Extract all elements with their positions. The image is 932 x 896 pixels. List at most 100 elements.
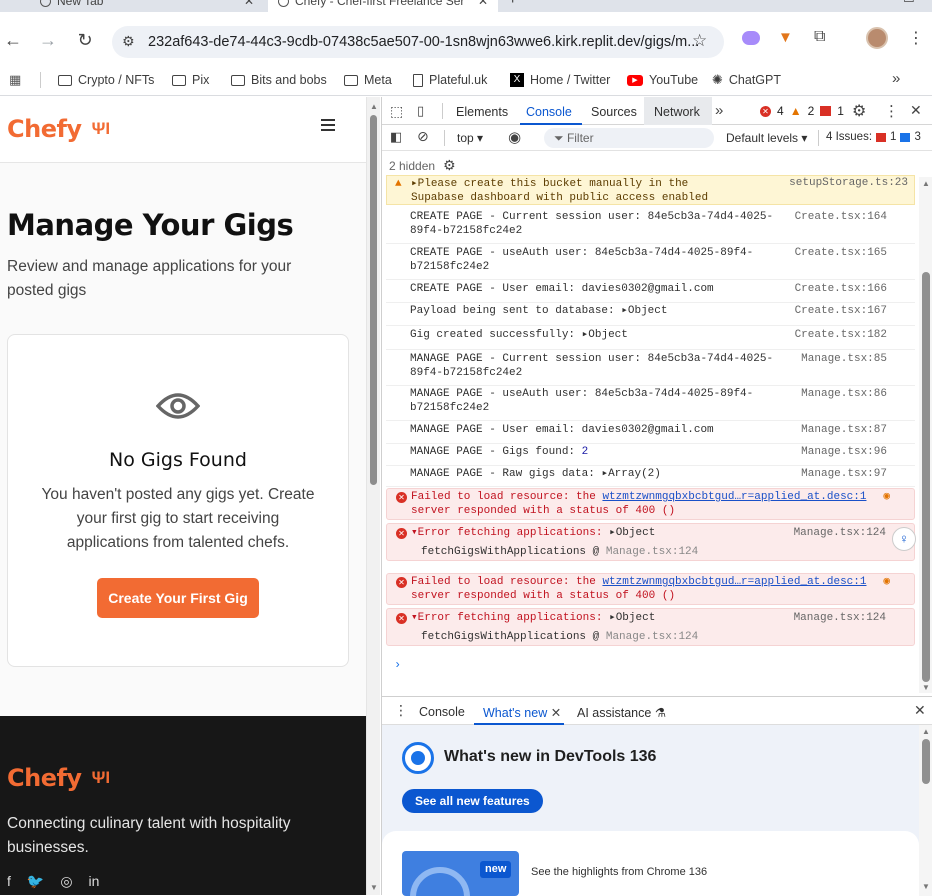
tab-new-tab[interactable]: New Tab ✕ — [30, 0, 268, 12]
log-source[interactable]: Create.tsx:167 — [795, 304, 887, 318]
scroll-down-icon[interactable]: ▼ — [922, 882, 930, 891]
facebook-icon[interactable]: f — [7, 873, 11, 890]
more-tabs-icon[interactable]: » — [715, 102, 723, 119]
see-all-features-button[interactable]: See all new features — [402, 789, 543, 813]
scroll-down-icon[interactable]: ▼ — [922, 683, 930, 692]
network-request-icon[interactable]: ◉ — [883, 490, 890, 504]
log-source[interactable]: Manage.tsx:86 — [801, 387, 887, 401]
log-source[interactable]: Create.tsx:164 — [795, 210, 887, 224]
drawer-menu-icon[interactable]: ⋮ — [394, 702, 408, 719]
logo[interactable]: Chefy ΨΙ — [7, 115, 110, 143]
scroll-thumb[interactable] — [922, 272, 930, 682]
page-scrollbar[interactable]: ▲ ▼ — [366, 97, 380, 895]
close-drawer-icon[interactable]: ✕ — [914, 702, 926, 719]
bookmark-twitter[interactable]: X Home / Twitter — [510, 69, 610, 91]
extensions-puzzle-icon[interactable]: ⧉ — [814, 28, 825, 46]
log-source[interactable]: Manage.tsx:87 — [801, 423, 887, 437]
log-source[interactable]: Manage.tsx:124 — [794, 611, 886, 625]
scroll-down-icon[interactable]: ▼ — [370, 883, 378, 892]
log-source[interactable]: Create.tsx:166 — [795, 282, 887, 296]
address-bar[interactable]: ⚙ 232af643-de74-44c3-9cdb-07438c5ae507-0… — [112, 26, 724, 58]
drawer-tab-whats-new[interactable]: What's new ✕ — [483, 705, 561, 720]
reload-icon[interactable]: ↻ — [74, 29, 96, 51]
resource-link[interactable]: wtzmtzwnmgqbxbcbtgud…r=applied_at.desc:1 — [602, 576, 866, 588]
bookmark-plateful[interactable]: Plateful.uk — [413, 69, 487, 91]
linkedin-icon[interactable]: in — [89, 873, 100, 890]
settings-gear-icon[interactable]: ⚙ — [443, 157, 456, 174]
more-bookmarks-icon[interactable]: » — [892, 70, 900, 87]
issues-button[interactable]: 4 Issues: 1 3 — [826, 131, 921, 143]
log-levels-select[interactable]: Default levels ▾ — [726, 131, 807, 145]
hamburger-menu-icon[interactable] — [321, 119, 335, 131]
object-toggle[interactable]: ▸Object — [609, 612, 655, 624]
device-toolbar-icon[interactable]: ▯ — [417, 103, 424, 119]
log-source[interactable]: Manage.tsx:97 — [801, 467, 887, 481]
tab-sources[interactable]: Sources — [591, 105, 637, 119]
log-source[interactable]: Manage.tsx:124 — [794, 526, 886, 540]
tab-network[interactable]: Network — [654, 105, 700, 119]
forward-icon[interactable]: → — [37, 29, 59, 51]
sidebar-toggle-icon[interactable]: ◧ — [390, 129, 402, 145]
bookmark-meta[interactable]: Meta — [344, 69, 392, 91]
resource-link[interactable]: wtzmtzwnmgqbxbcbtgud…r=applied_at.desc:1 — [602, 491, 866, 503]
minimize-button[interactable]: — — [860, 0, 873, 5]
object-toggle[interactable]: ▸Object — [582, 329, 628, 341]
metamask-icon[interactable]: ▼ — [778, 29, 793, 46]
apps-icon[interactable]: ▦ — [9, 72, 21, 88]
twitter-icon[interactable]: 🐦 — [27, 873, 44, 890]
bookmark-pix[interactable]: Pix — [172, 69, 209, 91]
stack-source[interactable]: Manage.tsx:124 — [606, 546, 698, 558]
tab-elements[interactable]: Elements — [456, 105, 508, 119]
close-icon[interactable]: ✕ — [551, 706, 561, 720]
drawer-tab-ai[interactable]: AI assistance ⚗ — [577, 705, 666, 720]
clear-console-icon[interactable]: ⊘ — [417, 128, 429, 145]
footer-logo[interactable]: Chefy ΨΙ — [7, 764, 110, 792]
log-source[interactable]: setupStorage.ts:23 — [789, 176, 908, 190]
network-request-icon[interactable]: ◉ — [883, 575, 890, 589]
url-text[interactable]: 232af643-de74-44c3-9cdb-07438c5ae507-00-… — [148, 34, 699, 50]
close-icon[interactable]: ✕ — [478, 0, 488, 8]
bookmark-youtube[interactable]: ▶ YouTube — [627, 69, 698, 91]
instagram-icon[interactable]: ◎ — [60, 873, 72, 890]
back-icon[interactable]: ← — [2, 29, 24, 51]
menu-icon[interactable]: ⋮ — [908, 28, 924, 48]
context-select[interactable]: top ▾ — [457, 131, 483, 145]
inspect-icon[interactable]: ⬚ — [390, 103, 403, 120]
drawer-tab-console[interactable]: Console — [419, 705, 465, 719]
close-icon[interactable]: ✕ — [244, 0, 254, 8]
drawer-scrollbar[interactable]: ▲ ▼ — [919, 725, 932, 896]
scroll-up-icon[interactable]: ▲ — [370, 102, 378, 111]
stack-source[interactable]: Manage.tsx:124 — [606, 631, 698, 643]
object-toggle[interactable]: ▸Object — [609, 527, 655, 539]
object-toggle[interactable]: ▸Array(2) — [601, 468, 660, 480]
avatar[interactable] — [866, 27, 888, 49]
live-expression-eye-icon[interactable]: ◉ — [508, 128, 521, 146]
object-toggle[interactable]: ▸Object — [621, 305, 667, 317]
bookmark-bits[interactable]: Bits and bobs — [231, 69, 327, 91]
log-source[interactable]: Create.tsx:165 — [795, 246, 887, 260]
log-source[interactable]: Manage.tsx:85 — [801, 352, 887, 366]
filter-input[interactable]: ⏷ Filter — [544, 128, 714, 148]
console-prompt[interactable]: › — [394, 658, 401, 672]
site-info-icon[interactable]: ⚙ — [122, 33, 135, 50]
tab-console[interactable]: Console — [526, 105, 572, 119]
log-source[interactable]: Manage.tsx:96 — [801, 445, 887, 459]
tab-chefy[interactable]: Chefy - Chef-first Freelance Ser ✕ — [268, 0, 498, 12]
close-devtools-icon[interactable]: ✕ — [910, 102, 922, 119]
issue-counters[interactable]: ✕ 4 ▲ 2 1 — [760, 104, 844, 118]
devtools-menu-icon[interactable]: ⋮ — [884, 102, 899, 120]
maximize-button[interactable]: ☐ — [903, 0, 915, 6]
scroll-thumb[interactable] — [922, 739, 930, 784]
highlight-card[interactable]: new See the highlights from Chrome 136 — [382, 831, 919, 896]
create-gig-button[interactable]: Create Your First Gig — [97, 578, 259, 618]
bookmark-crypto[interactable]: Crypto / NFTs — [58, 69, 154, 91]
ai-assistant-icon[interactable]: ♀ — [892, 527, 916, 551]
scroll-up-icon[interactable]: ▲ — [922, 179, 930, 188]
settings-gear-icon[interactable]: ⚙ — [852, 101, 866, 121]
new-tab-button[interactable]: + — [508, 0, 517, 9]
scroll-thumb[interactable] — [370, 115, 377, 485]
scroll-up-icon[interactable]: ▲ — [922, 727, 930, 736]
console-scrollbar[interactable]: ▲ ▼ — [919, 177, 932, 693]
extension-icon[interactable] — [742, 31, 760, 45]
star-icon[interactable]: ☆ — [692, 31, 707, 51]
